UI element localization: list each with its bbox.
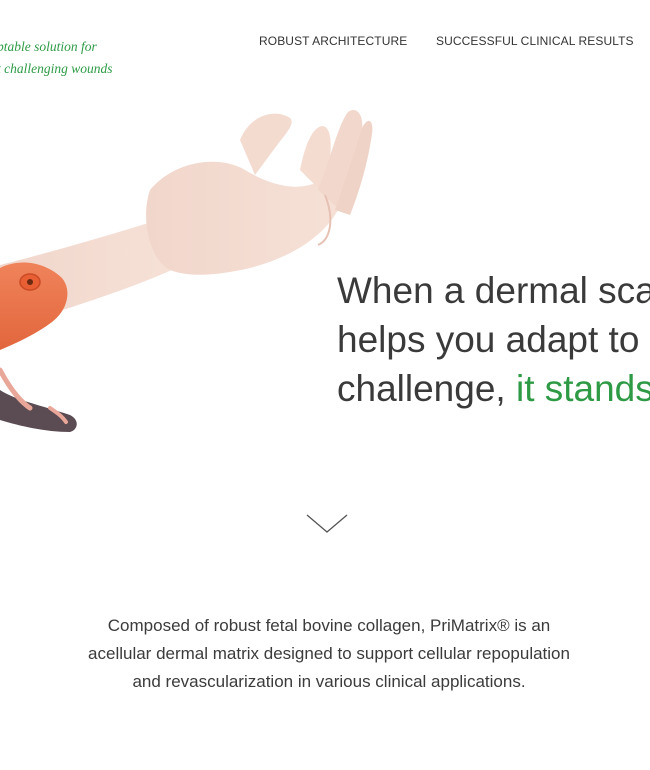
- headline-line-1: When a dermal sca: [337, 270, 650, 311]
- hero-image: [0, 110, 373, 432]
- nav-successful-clinical-results[interactable]: SUCCESSFUL CLINICAL RESULTS: [436, 34, 634, 48]
- intro-line-1: Composed of robust fetal bovine collagen…: [107, 616, 551, 635]
- tagline-line-2: t challenging wounds: [0, 61, 113, 76]
- chevron-down-icon: [306, 514, 348, 533]
- intro-paragraph: Composed of robust fetal bovine collagen…: [0, 612, 650, 696]
- nav-robust-architecture[interactable]: ROBUST ARCHITECTURE: [259, 34, 407, 48]
- scroll-down-button[interactable]: [305, 512, 349, 536]
- hero-headline: When a dermal sca helps you adapt to cha…: [337, 266, 650, 413]
- intro-line-3: and revascularization in various clinica…: [132, 672, 526, 691]
- intro-line-2: acellular dermal matrix designed to supp…: [88, 644, 570, 663]
- headline-highlight: it stands: [515, 368, 650, 409]
- chameleon-illustration: [0, 262, 77, 432]
- main-nav: ROBUST ARCHITECTURE SUCCESSFUL CLINICAL …: [0, 34, 650, 50]
- headline-line-2: helps you adapt to: [337, 319, 640, 360]
- headline-line-3: challenge, it stands: [337, 364, 650, 413]
- headline-line-3-text: challenge,: [337, 368, 516, 409]
